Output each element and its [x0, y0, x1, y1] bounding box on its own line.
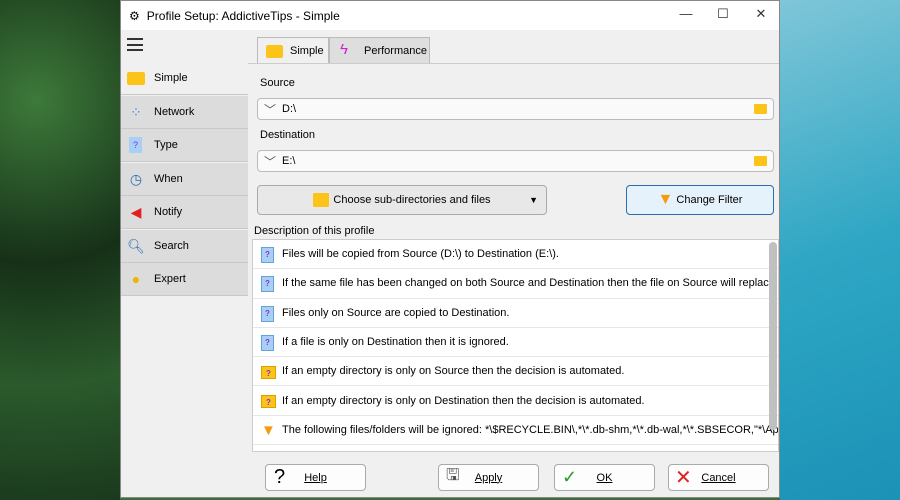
window-title: Profile Setup: AddictiveTips - Simple [146, 8, 340, 23]
document-question-icon: ? [261, 305, 274, 322]
main-panel: Simple ϟ Performance Source ﹀ D:\ Destinat… [248, 30, 779, 497]
ok-button[interactable]: ✓ OK [554, 464, 655, 491]
folder-icon [266, 45, 283, 58]
list-item[interactable]: ? Files only on Source are copied to Dest… [253, 299, 778, 328]
list-item-text: Files only on Source are copied to Desti… [282, 306, 510, 319]
lightbulb-icon: ● [131, 271, 141, 287]
apply-button[interactable]: 🖫 Apply [438, 464, 539, 491]
destination-value: E:\ [282, 155, 296, 167]
sidebar-item-notify[interactable]: ◀ Notify [121, 196, 248, 229]
list-item[interactable]: ? If a file is only on Destination then i… [253, 328, 778, 358]
x-icon: ✕ [675, 467, 692, 489]
megaphone-icon: ◀ [130, 204, 142, 220]
source-value: D:\ [282, 103, 297, 115]
scrollbar[interactable] [769, 242, 777, 430]
app-icon: ⚙ [129, 8, 140, 23]
destination-label: Destination [260, 129, 316, 141]
tab-simple[interactable]: Simple [257, 37, 329, 64]
list-item[interactable]: ? Files will be copied from Source (D:\) … [253, 240, 778, 270]
maximize-button[interactable]: ☐ [713, 6, 733, 22]
tab-label: Performance [364, 44, 427, 57]
folder-tree-icon [313, 193, 330, 207]
source-label: Source [260, 77, 295, 89]
sidebar-item-network[interactable]: ⁘ Network [121, 96, 248, 129]
document-icon: ? [129, 137, 142, 153]
folder-question-icon: ? [261, 395, 276, 409]
network-icon: ⁘ [130, 104, 142, 120]
sidebar-item-label: When [154, 173, 183, 185]
sidebar-item-label: Network [154, 106, 195, 118]
profile-setup-window: ⚙ Profile Setup: AddictiveTips - Simple … [120, 0, 780, 498]
list-item-text: If the same file has been changed on bot… [282, 277, 779, 290]
folder-icon [127, 72, 145, 85]
tab-performance[interactable]: ϟ Performance [329, 37, 430, 63]
list-item-text: The following files/folders will be igno… [282, 423, 779, 436]
chevron-down-icon[interactable]: ﹀ [264, 153, 276, 170]
save-icon: 🖫 [446, 467, 460, 484]
button-label: Help [304, 471, 327, 484]
close-button[interactable]: ✕ [751, 6, 771, 22]
document-question-icon: ? [261, 334, 274, 351]
title-bar: ⚙ Profile Setup: AddictiveTips - Simple … [121, 1, 779, 30]
desktop-background-forest [0, 0, 120, 500]
sidebar-item-label: Simple [154, 72, 188, 84]
sidebar-item-expert[interactable]: ● Expert [121, 263, 248, 296]
description-label: Description of this profile [254, 225, 375, 237]
tab-label: Simple [290, 45, 324, 57]
sidebar-item-type[interactable]: ? Type [121, 129, 248, 162]
list-item[interactable]: ▼ The following files/folders will be ign… [253, 416, 779, 446]
folder-icon[interactable] [754, 156, 767, 166]
change-filter-button[interactable]: ▼ Change Filter [626, 185, 774, 215]
filter-icon: ▼ [261, 421, 276, 439]
list-item-text: If a file is only on Destination then it… [282, 336, 509, 349]
description-list: ? Files will be copied from Source (D:\) … [252, 239, 779, 452]
chevron-down-icon[interactable]: ﹀ [264, 101, 276, 118]
sidebar-item-when[interactable]: ◷ When [121, 163, 248, 196]
clock-icon: ◷ [129, 171, 143, 187]
document-question-icon: ? [261, 247, 274, 263]
filter-icon: ▼ [657, 191, 674, 208]
sidebar-item-search[interactable]: 🔍︎ Search [121, 230, 248, 263]
button-label: Cancel [701, 471, 736, 484]
question-mark-icon: ? [274, 466, 286, 488]
sidebar-item-label: Search [154, 240, 189, 252]
desktop-background-water [780, 0, 900, 500]
destination-input[interactable]: ﹀ E:\ [257, 150, 774, 172]
folder-icon[interactable] [754, 104, 767, 114]
cancel-button[interactable]: ✕ Cancel [668, 464, 769, 491]
choose-subdirectories-button[interactable]: Choose sub-directories and files ▼ [257, 185, 547, 215]
button-label: Choose sub-directories and files [333, 194, 491, 206]
sidebar-item-simple[interactable]: Simple [121, 62, 248, 95]
document-question-icon: ? [261, 276, 274, 293]
folder-question-icon: ? [261, 366, 276, 380]
minimize-button[interactable]: — [676, 6, 696, 21]
sidebar-item-label: Expert [154, 273, 186, 285]
list-item-text: If an empty directory is only on Source … [282, 365, 625, 378]
list-item[interactable]: ? If the same file has been changed on bo… [253, 269, 779, 299]
list-item-text: Files will be copied from Source (D:\) t… [282, 248, 559, 261]
source-input[interactable]: ﹀ D:\ [257, 98, 774, 120]
list-item[interactable]: ? If an empty directory is only on Destin… [253, 386, 778, 416]
sidebar: Simple ⁘ Network ? Type ◷ When ◀ Notify 🔍︎ Se… [121, 30, 248, 497]
lightning-icon: ϟ [340, 41, 348, 58]
list-item[interactable]: ? If an empty directory is only on Source… [253, 357, 778, 387]
checkmark-icon: ✓ [562, 467, 578, 487]
sidebar-item-label: Type [154, 139, 178, 151]
help-button[interactable]: ? Help [265, 464, 366, 491]
list-item-text: If an empty directory is only on Destina… [282, 394, 645, 407]
button-label: Apply [474, 471, 503, 484]
button-label: Change Filter [676, 194, 743, 206]
hamburger-menu-icon[interactable] [127, 38, 143, 51]
magnifier-icon: 🔍︎ [127, 238, 145, 254]
dropdown-arrow-icon: ▼ [529, 195, 538, 205]
sidebar-item-label: Notify [154, 206, 183, 218]
button-label: OK [596, 471, 613, 484]
